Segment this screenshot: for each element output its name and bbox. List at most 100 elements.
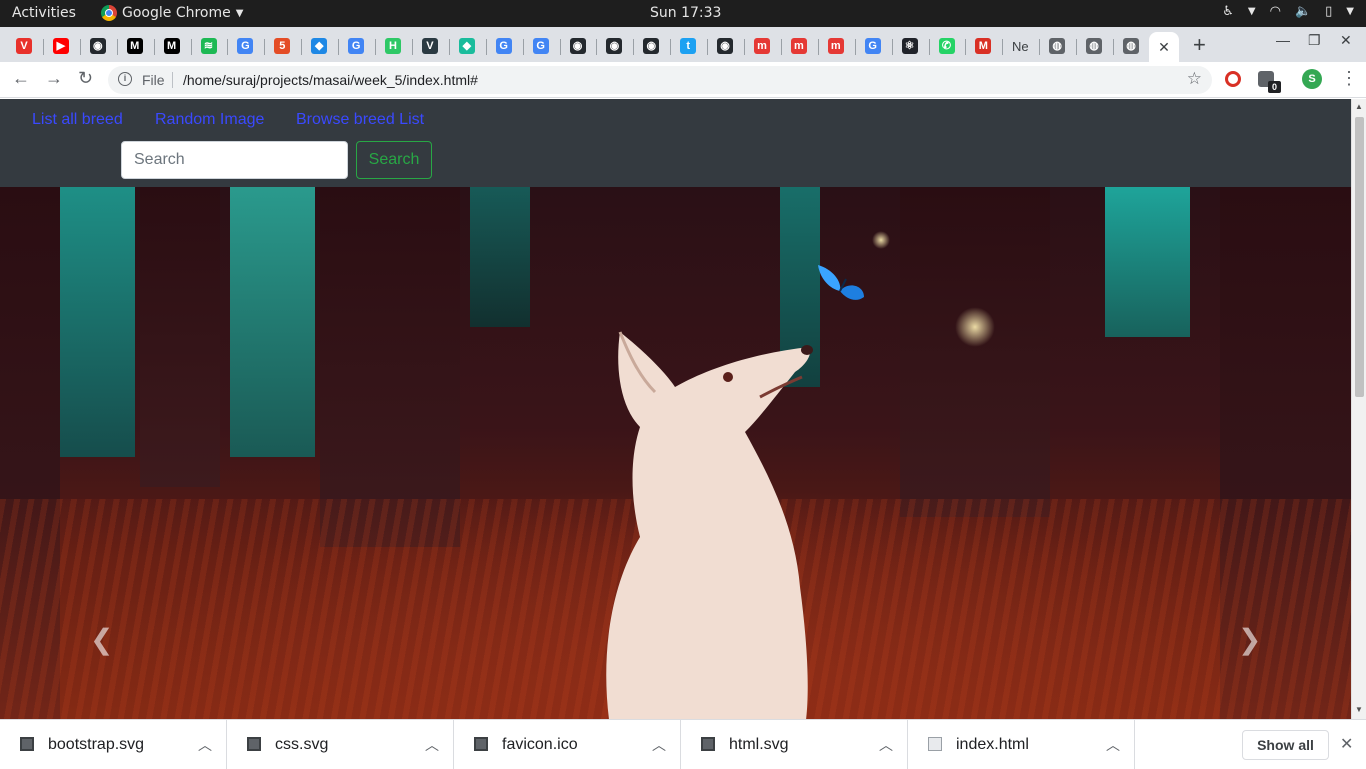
- tab-separator: [817, 39, 819, 55]
- browser-tab[interactable]: G: [855, 32, 891, 60]
- browser-tab[interactable]: V: [412, 32, 448, 60]
- tab-separator: [1113, 39, 1114, 55]
- chevron-up-icon[interactable]: ︿: [652, 735, 666, 755]
- browser-tab[interactable]: ⚛: [892, 32, 928, 60]
- globe-icon: ◍: [1049, 38, 1066, 54]
- info-icon[interactable]: i: [118, 72, 132, 86]
- browser-tab[interactable]: m: [744, 32, 780, 60]
- browser-tab[interactable]: ◉: [633, 32, 669, 60]
- close-shelf-icon[interactable]: ✕: [1340, 734, 1353, 754]
- show-all-button[interactable]: Show all: [1242, 730, 1329, 760]
- back-icon[interactable]: ←: [12, 68, 30, 89]
- search-button[interactable]: Search: [356, 141, 432, 179]
- scroll-thumb[interactable]: [1355, 117, 1364, 397]
- browser-tab[interactable]: ▶: [43, 32, 79, 60]
- profile-avatar[interactable]: S: [1302, 69, 1322, 89]
- app-menu[interactable]: Google Chrome ▼: [101, 5, 243, 21]
- browser-tab[interactable]: ◍: [1039, 32, 1075, 60]
- tab-separator: [633, 39, 635, 55]
- os-top-bar: Activities Google Chrome ▼ Sun 17:33 ♿ ▼…: [0, 0, 1366, 27]
- scroll-up-icon[interactable]: ▲: [1355, 102, 1363, 111]
- google-icon: G: [495, 38, 512, 54]
- browser-tab[interactable]: ◆: [301, 32, 337, 60]
- tab-separator: [411, 39, 413, 55]
- dog-image: [606, 331, 813, 719]
- browser-tab[interactable]: ◉: [596, 32, 632, 60]
- address-bar[interactable]: i File /home/suraj/projects/masai/week_5…: [108, 66, 1212, 94]
- browser-tab[interactable]: ◍: [1076, 32, 1112, 60]
- browser-tab[interactable]: G: [227, 32, 263, 60]
- minimize-icon[interactable]: —: [1276, 32, 1290, 48]
- browser-tab[interactable]: Ne: [1002, 32, 1038, 60]
- tab-separator: [707, 39, 709, 55]
- chevron-up-icon[interactable]: ︿: [879, 735, 893, 755]
- download-item[interactable]: index.html ︿: [908, 720, 1135, 769]
- carousel-next-icon[interactable]: ❯: [1238, 623, 1261, 656]
- maximize-icon[interactable]: ❐: [1308, 32, 1321, 49]
- browser-tab[interactable]: G: [486, 32, 522, 60]
- nav-link-list-all-breed[interactable]: List all breed: [32, 111, 123, 129]
- forward-icon[interactable]: →: [45, 68, 63, 89]
- nav-link-browse-breed-list[interactable]: Browse breed List: [296, 111, 424, 129]
- browser-tab[interactable]: G: [338, 32, 374, 60]
- browser-tab[interactable]: ◆: [449, 32, 485, 60]
- download-item[interactable]: css.svg ︿: [227, 720, 454, 769]
- nav-link-random-image[interactable]: Random Image: [155, 111, 264, 129]
- browser-tab[interactable]: ◉: [80, 32, 116, 60]
- page-icon: [928, 737, 942, 751]
- download-item[interactable]: favicon.ico ︿: [454, 720, 681, 769]
- url-text[interactable]: /home/suraj/projects/masai/week_5/index.…: [183, 72, 478, 88]
- download-item[interactable]: bootstrap.svg ︿: [0, 720, 227, 769]
- tab-separator: [375, 39, 376, 55]
- clock[interactable]: Sun 17:33: [650, 5, 721, 21]
- carousel-prev-icon[interactable]: ❮: [90, 623, 113, 656]
- caret-down-icon: ▼: [1247, 6, 1256, 17]
- close-tab-icon[interactable]: ✕: [1158, 39, 1170, 56]
- chevron-up-icon[interactable]: ︿: [1106, 735, 1120, 755]
- browser-tab[interactable]: t: [670, 32, 706, 60]
- search-input[interactable]: [121, 141, 348, 179]
- tab-separator: [670, 39, 672, 55]
- tree-trunk: [140, 187, 220, 487]
- bookmark-star-icon[interactable]: ☆: [1187, 69, 1202, 89]
- browser-tab[interactable]: M: [154, 32, 190, 60]
- browser-tab[interactable]: G: [523, 32, 559, 60]
- tab-separator: [338, 39, 340, 55]
- browser-tab[interactable]: m: [818, 32, 854, 60]
- browser-tab[interactable]: M: [117, 32, 153, 60]
- browser-tab[interactable]: M: [965, 32, 1001, 60]
- vivaldi-icon: V: [16, 38, 32, 54]
- browser-tab[interactable]: V: [6, 32, 42, 60]
- bird-icon: ◆: [311, 38, 328, 54]
- browser-tab[interactable]: ✆: [929, 32, 965, 60]
- system-tray[interactable]: ♿ ▼ ◠ 🔈 ▯ ▼: [1222, 4, 1354, 19]
- download-item[interactable]: html.svg ︿: [681, 720, 908, 769]
- page-scrollbar[interactable]: ▲ ▼: [1351, 99, 1366, 719]
- accessibility-icon[interactable]: ♿: [1222, 4, 1234, 19]
- activities-button[interactable]: Activities: [12, 5, 76, 21]
- browser-tab[interactable]: m: [781, 32, 817, 60]
- chevron-up-icon[interactable]: ︿: [198, 735, 212, 755]
- browser-tab[interactable]: ≋: [191, 32, 227, 60]
- chevron-up-icon[interactable]: ︿: [425, 735, 439, 755]
- extension-badge: 0: [1268, 81, 1281, 93]
- youtube-icon: ▶: [52, 38, 69, 54]
- scroll-down-icon[interactable]: ▼: [1355, 705, 1363, 714]
- browser-tab[interactable]: ◍: [1113, 32, 1149, 60]
- google-icon: G: [237, 38, 254, 54]
- new-tab-button[interactable]: +: [1193, 32, 1206, 58]
- browser-tab[interactable]: ◉: [560, 32, 596, 60]
- grammarly-icon[interactable]: [1225, 71, 1241, 87]
- browser-tab[interactable]: 5: [264, 32, 300, 60]
- browser-tab[interactable]: ◉: [707, 32, 743, 60]
- tab-active[interactable]: ✕: [1149, 32, 1179, 62]
- download-filename: favicon.ico: [502, 736, 578, 753]
- menu-icon[interactable]: ⋮: [1340, 68, 1358, 89]
- close-window-icon[interactable]: ✕: [1340, 32, 1352, 49]
- butterfly-image: [818, 265, 864, 300]
- firefly-glow: [872, 231, 890, 249]
- browser-tab[interactable]: H: [375, 32, 411, 60]
- browser-toolbar: ← → ↻ i File /home/suraj/projects/masai/…: [0, 62, 1366, 98]
- reload-icon[interactable]: ↻: [78, 68, 93, 89]
- tab-separator: [891, 39, 893, 55]
